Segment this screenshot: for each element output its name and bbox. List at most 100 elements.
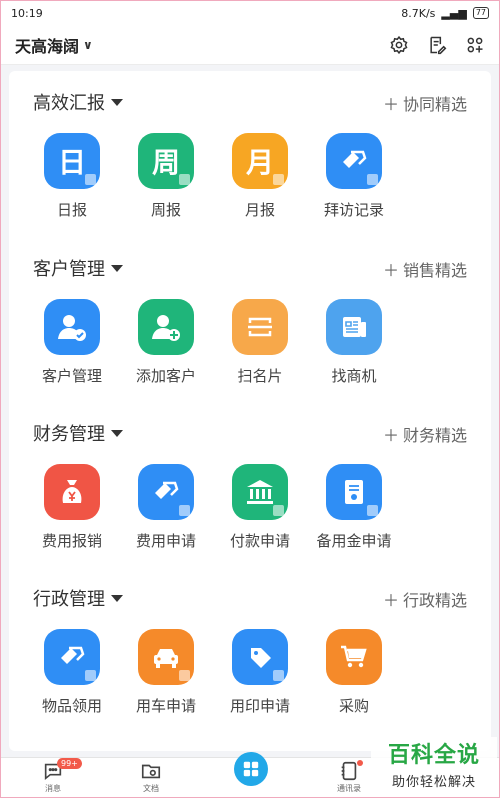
app-expense-reimbursement[interactable]: 费用报销 (25, 464, 119, 551)
app-scan-card[interactable]: 扫名片 (213, 299, 307, 386)
app-purchase[interactable]: 采购 (307, 629, 401, 716)
section-admin: 行政管理 ＋ 行政精选 物品领用 用车申请 用印申请 采购 (9, 567, 491, 727)
apps-grid-icon (243, 761, 259, 777)
app-customer-management[interactable]: 客户管理 (25, 299, 119, 386)
section-more-link[interactable]: ＋ 行政精选 (383, 587, 467, 611)
app-add-customer[interactable]: 添加客户 (119, 299, 213, 386)
status-bar: 10:19 8.7K/s ▂▄▆ 77 (1, 1, 499, 25)
handshake-icon (44, 629, 100, 685)
app-glyph: 月 (245, 146, 274, 179)
section-link-text: 行政精选 (402, 591, 467, 610)
app-glyph: 日 (57, 146, 86, 179)
section-title[interactable]: 财务管理 (33, 420, 123, 446)
workbench-card: 高效汇报 ＋ 协同精选 日 日报 周 周报 月 月报 拜访记录 客户管理 ＋ 销… (9, 71, 491, 751)
user-corner-icon (85, 670, 96, 681)
handshake-icon (326, 133, 382, 189)
tag-icon (232, 629, 288, 685)
nav-messages[interactable]: 99+ 消息 (23, 758, 83, 794)
shopping-cart-icon (326, 629, 382, 685)
note-corner-icon (367, 174, 378, 185)
money-bag-icon (44, 464, 100, 520)
watermark: 百科全说 助你轻松解决 (371, 737, 497, 795)
app-row: 日 日报 周 周报 月 月报 拜访记录 (25, 133, 401, 220)
app-label: 用车申请 (135, 697, 196, 715)
app-visit-record[interactable]: 拜访记录 (307, 133, 401, 220)
plus-icon: ＋ (382, 426, 399, 445)
weekly-report-icon: 周 (138, 133, 194, 189)
status-right: 8.7K/s ▂▄▆ 77 (401, 7, 489, 20)
status-time: 10:19 (11, 6, 43, 20)
battery-icon: 77 (472, 7, 489, 19)
caret-down-icon (111, 594, 123, 602)
watermark-title: 百科全说 (387, 743, 480, 768)
section-more-link[interactable]: ＋ 财务精选 (383, 422, 467, 446)
user-corner-icon (367, 505, 378, 516)
app-label: 备用金申请 (316, 532, 392, 550)
section-reports: 高效汇报 ＋ 协同精选 日 日报 周 周报 月 月报 拜访记录 (9, 71, 491, 231)
note-corner-icon (85, 174, 96, 185)
app-petty-cash-request[interactable]: 备用金申请 (307, 464, 401, 551)
company-switcher[interactable]: 天高海阔 ∨ (15, 33, 93, 57)
section-title-text: 客户管理 (33, 259, 105, 280)
app-label: 费用申请 (135, 532, 196, 550)
nav-contacts[interactable]: 通讯录 (319, 760, 379, 794)
app-glyph: 周 (151, 146, 180, 179)
newspaper-icon (326, 299, 382, 355)
app-label: 拜访记录 (323, 201, 384, 219)
app-item-requisition[interactable]: 物品领用 (25, 629, 119, 716)
scan-card-icon (232, 299, 288, 355)
section-title-text: 高效汇报 (33, 93, 105, 114)
app-row: 费用报销 费用申请 付款申请 备用金申请 (25, 464, 401, 551)
user-corner-icon (273, 505, 284, 516)
apps-grid-icon[interactable] (465, 35, 485, 55)
edit-note-icon[interactable] (427, 35, 447, 55)
app-label: 采购 (338, 697, 369, 715)
plus-icon: ＋ (382, 261, 399, 280)
company-name: 天高海阔 (15, 36, 80, 56)
gear-icon[interactable] (389, 35, 409, 55)
nav-label: 通讯录 (337, 784, 361, 793)
app-weekly-report[interactable]: 周 周报 (119, 133, 213, 220)
section-title[interactable]: 行政管理 (33, 585, 123, 611)
workbench-button[interactable] (234, 752, 268, 786)
section-more-link[interactable]: ＋ 销售精选 (383, 257, 467, 281)
section-title-text: 财务管理 (33, 424, 105, 445)
app-seal-request[interactable]: 用印申请 (213, 629, 307, 716)
section-title[interactable]: 高效汇报 (33, 89, 123, 115)
app-label: 找商机 (331, 367, 377, 385)
app-monthly-report[interactable]: 月 月报 (213, 133, 307, 220)
app-payment-request[interactable]: 付款申请 (213, 464, 307, 551)
folder-icon (141, 764, 161, 779)
app-expense-request[interactable]: 费用申请 (119, 464, 213, 551)
unread-badge: 99+ (57, 758, 82, 769)
section-link-text: 协同精选 (402, 95, 467, 114)
bank-icon (232, 464, 288, 520)
app-label: 日报 (56, 201, 87, 219)
note-corner-icon (273, 174, 284, 185)
section-more-link[interactable]: ＋ 协同精选 (383, 91, 467, 115)
nav-docs[interactable]: 文档 (121, 760, 181, 794)
chevron-down-icon: ∨ (83, 37, 93, 52)
add-user-icon (138, 299, 194, 355)
app-daily-report[interactable]: 日 日报 (25, 133, 119, 220)
notification-dot (357, 760, 363, 766)
app-find-opportunity[interactable]: 找商机 (307, 299, 401, 386)
app-label: 物品领用 (41, 697, 102, 715)
user-corner-icon (273, 670, 284, 681)
app-label: 月报 (244, 201, 275, 219)
section-title[interactable]: 客户管理 (33, 255, 123, 281)
nav-label: 文档 (143, 784, 159, 793)
note-corner-icon (179, 174, 190, 185)
app-label: 添加客户 (135, 367, 196, 385)
watermark-subtitle: 助你轻松解决 (391, 775, 476, 790)
signal-icon: ▂▄▆ (441, 6, 467, 20)
customer-check-icon (44, 299, 100, 355)
document-icon (326, 464, 382, 520)
header-actions (389, 35, 485, 55)
app-row: 物品领用 用车申请 用印申请 采购 (25, 629, 401, 716)
app-vehicle-request[interactable]: 用车申请 (119, 629, 213, 716)
app-label: 扫名片 (237, 367, 283, 385)
plus-icon: ＋ (382, 591, 399, 610)
caret-down-icon (111, 98, 123, 106)
plus-icon: ＋ (382, 95, 399, 114)
